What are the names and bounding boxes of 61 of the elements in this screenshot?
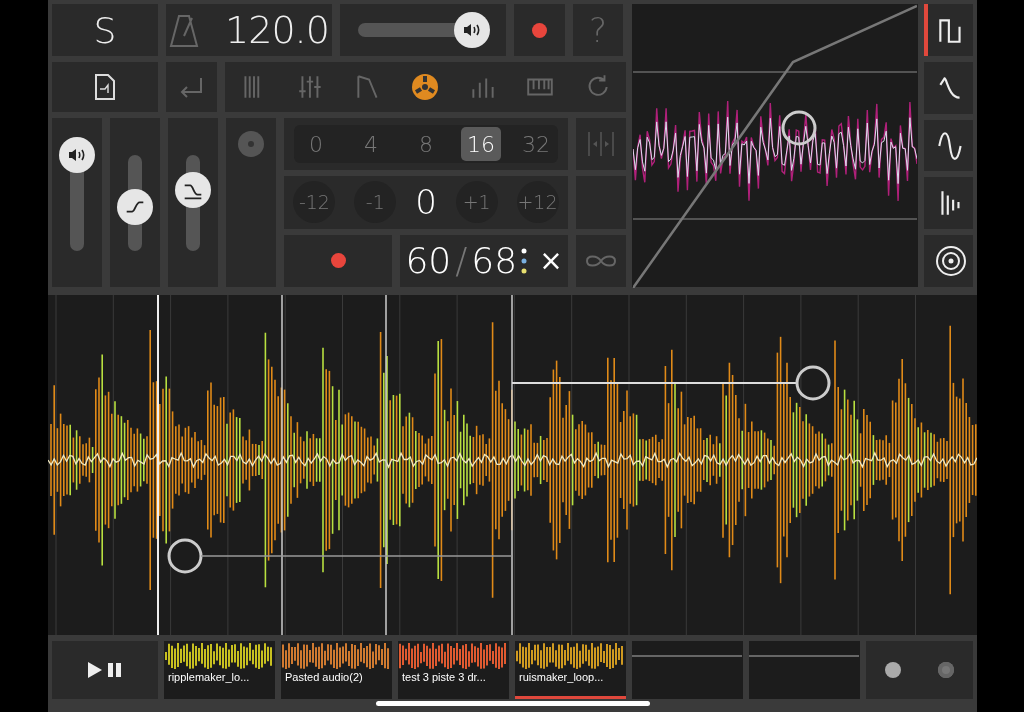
transpose-value: 0	[415, 182, 437, 223]
counter-current: 60	[405, 240, 452, 282]
curve-handle[interactable]	[781, 110, 817, 145]
loop-end-handle[interactable]	[511, 365, 831, 401]
dot-icon[interactable]	[884, 662, 901, 678]
counter-total: 68	[471, 240, 518, 282]
volume-slider[interactable]	[340, 4, 506, 56]
step-option[interactable]: 4	[351, 127, 391, 162]
transpose-button[interactable]: +12	[516, 181, 559, 224]
fader-slider[interactable]	[110, 118, 160, 287]
step-option[interactable]: 0	[296, 127, 336, 162]
fader-thumb[interactable]	[59, 136, 95, 173]
file-button[interactable]	[52, 62, 158, 112]
clip-name: Pasted audio(2)	[284, 670, 364, 685]
play-pause-icon	[86, 660, 124, 680]
step-option[interactable]: 32	[516, 127, 556, 162]
clip-name: test 3 piste 3 dr...	[401, 670, 487, 685]
loop-button[interactable]	[576, 234, 626, 287]
shape-button[interactable]	[924, 177, 973, 230]
play-pause-button[interactable]	[52, 641, 158, 699]
close-button[interactable]: ×	[539, 244, 563, 278]
clip-name: ripplemaker_lo...	[167, 670, 251, 685]
reel-icon	[410, 72, 441, 102]
clip-slot[interactable]	[632, 641, 743, 699]
shape-button[interactable]	[924, 119, 973, 172]
record-button[interactable]	[514, 4, 565, 56]
counter-separator: /	[455, 240, 468, 282]
metronome-icon[interactable]	[169, 12, 200, 48]
tool-button[interactable]	[410, 72, 441, 102]
fader-slider[interactable]	[52, 118, 102, 287]
document-icon	[93, 73, 117, 101]
target-icon	[934, 245, 967, 278]
transpose-button[interactable]: -1	[354, 181, 397, 224]
record-button[interactable]	[284, 234, 392, 287]
step-option[interactable]: 8	[406, 127, 446, 162]
fader-slider[interactable]	[168, 118, 218, 287]
transpose-button[interactable]: +1	[455, 181, 498, 224]
shape-button[interactable]	[924, 61, 973, 114]
clip-slot[interactable]: test 3 piste 3 dr...	[398, 641, 509, 699]
clip-name: ruismaker_loop...	[518, 670, 605, 685]
dots-icon	[521, 247, 528, 274]
speaker-icon	[463, 23, 482, 37]
clip-slot[interactable]: Pasted audio(2)	[281, 641, 392, 699]
tempo-value[interactable]: 120.0	[225, 8, 329, 52]
ring-dot-icon[interactable]	[938, 662, 955, 678]
speaker-icon	[68, 147, 86, 162]
loop-start-handle[interactable]	[167, 538, 513, 574]
clip-slot[interactable]: ripplemaker_lo...	[164, 641, 275, 699]
logo-button[interactable]: S	[52, 4, 158, 56]
help-button[interactable]: ?	[573, 4, 623, 56]
volume-slider-thumb[interactable]	[454, 12, 491, 48]
return-button[interactable]	[166, 62, 217, 112]
fader-thumb[interactable]	[175, 172, 211, 208]
step-option[interactable]: 16	[461, 127, 501, 162]
clip-slot[interactable]	[749, 641, 860, 699]
fader-thumb[interactable]	[117, 189, 153, 226]
clip-slot[interactable]: ruismaker_loop...	[515, 641, 626, 699]
shape-button[interactable]	[924, 4, 973, 56]
transpose-button[interactable]: -12	[293, 181, 336, 224]
shape-button[interactable]	[924, 235, 973, 287]
return-arrow-icon	[178, 76, 205, 98]
